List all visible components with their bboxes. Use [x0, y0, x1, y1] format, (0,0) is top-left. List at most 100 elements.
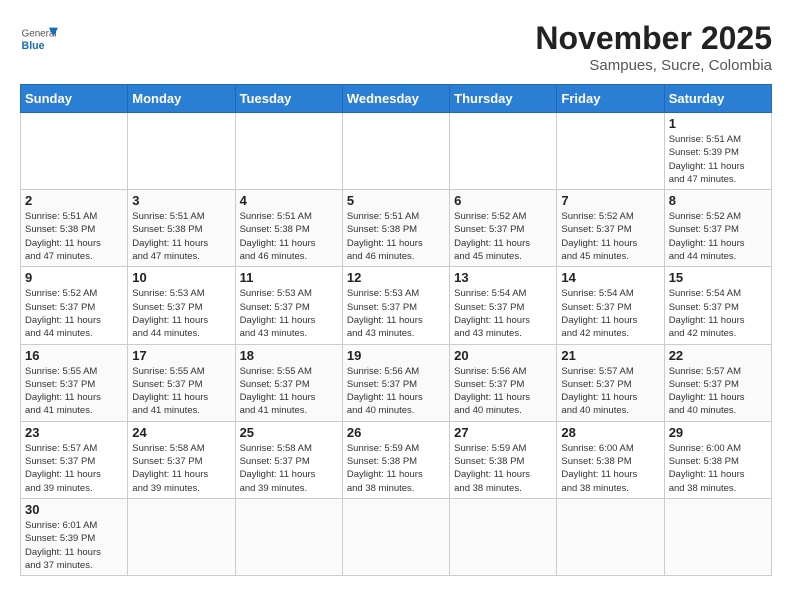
calendar-week-row: 16 Sunrise: 5:55 AM Sunset: 5:37 PM Dayli… [21, 344, 772, 421]
calendar-day-cell: 6 Sunrise: 5:52 AM Sunset: 5:37 PM Daylig… [450, 190, 557, 267]
day-number: 13 [454, 270, 552, 285]
calendar-day-cell [342, 113, 449, 190]
calendar-day-cell [664, 498, 771, 575]
day-number: 17 [132, 348, 230, 363]
weekday-header-thursday: Thursday [450, 85, 557, 113]
day-info: Sunrise: 5:52 AM Sunset: 5:37 PM Dayligh… [669, 210, 767, 263]
calendar-day-cell [128, 498, 235, 575]
calendar-day-cell: 29Sunrise: 6:00 AM Sunset: 5:38 PM Dayli… [664, 421, 771, 498]
day-info: Sunrise: 5:59 AM Sunset: 5:38 PM Dayligh… [347, 442, 445, 495]
calendar-day-cell: 2 Sunrise: 5:51 AM Sunset: 5:38 PM Daylig… [21, 190, 128, 267]
calendar-day-cell: 21 Sunrise: 5:57 AM Sunset: 5:37 PM Dayli… [557, 344, 664, 421]
calendar-day-cell [21, 113, 128, 190]
day-info: Sunrise: 5:57 AM Sunset: 5:37 PM Dayligh… [25, 442, 123, 495]
calendar-day-cell [128, 113, 235, 190]
day-number: 14 [561, 270, 659, 285]
calendar-day-cell: 28 Sunrise: 6:00 AM Sunset: 5:38 PM Dayli… [557, 421, 664, 498]
day-info: Sunrise: 5:58 AM Sunset: 5:37 PM Dayligh… [132, 442, 230, 495]
day-info: Sunrise: 5:59 AM Sunset: 5:38 PM Dayligh… [454, 442, 552, 495]
calendar-day-cell: 9 Sunrise: 5:52 AM Sunset: 5:37 PM Daylig… [21, 267, 128, 344]
logo: General Blue [20, 20, 58, 58]
day-info: Sunrise: 5:51 AM Sunset: 5:38 PM Dayligh… [25, 210, 123, 263]
day-info: Sunrise: 5:55 AM Sunset: 5:37 PM Dayligh… [240, 365, 338, 418]
calendar-day-cell: 8 Sunrise: 5:52 AM Sunset: 5:37 PM Daylig… [664, 190, 771, 267]
weekday-header-monday: Monday [128, 85, 235, 113]
calendar-day-cell: 5Sunrise: 5:51 AM Sunset: 5:38 PM Daylig… [342, 190, 449, 267]
svg-text:Blue: Blue [22, 40, 45, 52]
day-info: Sunrise: 5:53 AM Sunset: 5:37 PM Dayligh… [347, 287, 445, 340]
calendar-day-cell: 12 Sunrise: 5:53 AM Sunset: 5:37 PM Dayli… [342, 267, 449, 344]
day-info: Sunrise: 5:57 AM Sunset: 5:37 PM Dayligh… [561, 365, 659, 418]
calendar-day-cell: 25 Sunrise: 5:58 AM Sunset: 5:37 PM Dayli… [235, 421, 342, 498]
calendar-day-cell: 26Sunrise: 5:59 AM Sunset: 5:38 PM Dayli… [342, 421, 449, 498]
day-number: 16 [25, 348, 123, 363]
day-info: Sunrise: 6:00 AM Sunset: 5:38 PM Dayligh… [561, 442, 659, 495]
calendar-day-cell: 7 Sunrise: 5:52 AM Sunset: 5:37 PM Daylig… [557, 190, 664, 267]
day-info: Sunrise: 5:52 AM Sunset: 5:37 PM Dayligh… [454, 210, 552, 263]
day-number: 21 [561, 348, 659, 363]
page-header: General Blue November 2025 Sampues, Sucr… [20, 20, 772, 74]
day-number: 6 [454, 193, 552, 208]
weekday-header-sunday: Sunday [21, 85, 128, 113]
calendar-day-cell: 20Sunrise: 5:56 AM Sunset: 5:37 PM Dayli… [450, 344, 557, 421]
calendar-day-cell [557, 498, 664, 575]
day-number: 30 [25, 502, 123, 517]
calendar-day-cell: 19Sunrise: 5:56 AM Sunset: 5:37 PM Dayli… [342, 344, 449, 421]
day-number: 10 [132, 270, 230, 285]
weekday-header-friday: Friday [557, 85, 664, 113]
day-info: Sunrise: 6:00 AM Sunset: 5:38 PM Dayligh… [669, 442, 767, 495]
calendar-day-cell: 24 Sunrise: 5:58 AM Sunset: 5:37 PM Dayli… [128, 421, 235, 498]
calendar-day-cell: 23Sunrise: 5:57 AM Sunset: 5:37 PM Dayli… [21, 421, 128, 498]
calendar-week-row: 1 Sunrise: 5:51 AM Sunset: 5:39 PM Daylig… [21, 113, 772, 190]
calendar-week-row: 30Sunrise: 6:01 AM Sunset: 5:39 PM Dayli… [21, 498, 772, 575]
day-info: Sunrise: 5:51 AM Sunset: 5:39 PM Dayligh… [669, 133, 767, 186]
day-info: Sunrise: 5:58 AM Sunset: 5:37 PM Dayligh… [240, 442, 338, 495]
day-number: 12 [347, 270, 445, 285]
calendar-day-cell: 17 Sunrise: 5:55 AM Sunset: 5:37 PM Dayli… [128, 344, 235, 421]
location-subtitle: Sampues, Sucre, Colombia [535, 57, 772, 74]
calendar-week-row: 9 Sunrise: 5:52 AM Sunset: 5:37 PM Daylig… [21, 267, 772, 344]
day-info: Sunrise: 5:56 AM Sunset: 5:37 PM Dayligh… [454, 365, 552, 418]
day-number: 25 [240, 425, 338, 440]
day-info: Sunrise: 5:52 AM Sunset: 5:37 PM Dayligh… [561, 210, 659, 263]
calendar-day-cell: 18Sunrise: 5:55 AM Sunset: 5:37 PM Dayli… [235, 344, 342, 421]
weekday-header-saturday: Saturday [664, 85, 771, 113]
day-info: Sunrise: 5:51 AM Sunset: 5:38 PM Dayligh… [240, 210, 338, 263]
logo-icon: General Blue [20, 20, 58, 58]
day-number: 3 [132, 193, 230, 208]
day-info: Sunrise: 5:54 AM Sunset: 5:37 PM Dayligh… [561, 287, 659, 340]
day-number: 27 [454, 425, 552, 440]
calendar-day-cell: 16 Sunrise: 5:55 AM Sunset: 5:37 PM Dayli… [21, 344, 128, 421]
day-number: 5 [347, 193, 445, 208]
calendar-day-cell [342, 498, 449, 575]
day-number: 24 [132, 425, 230, 440]
day-number: 8 [669, 193, 767, 208]
calendar-day-cell: 14 Sunrise: 5:54 AM Sunset: 5:37 PM Dayli… [557, 267, 664, 344]
day-number: 28 [561, 425, 659, 440]
calendar-day-cell [450, 113, 557, 190]
calendar-day-cell: 3 Sunrise: 5:51 AM Sunset: 5:38 PM Daylig… [128, 190, 235, 267]
day-info: Sunrise: 5:51 AM Sunset: 5:38 PM Dayligh… [132, 210, 230, 263]
day-number: 2 [25, 193, 123, 208]
day-number: 15 [669, 270, 767, 285]
day-number: 4 [240, 193, 338, 208]
calendar-table: SundayMondayTuesdayWednesdayThursdayFrid… [20, 84, 772, 576]
calendar-day-cell [235, 113, 342, 190]
day-info: Sunrise: 5:52 AM Sunset: 5:37 PM Dayligh… [25, 287, 123, 340]
calendar-day-cell: 4 Sunrise: 5:51 AM Sunset: 5:38 PM Daylig… [235, 190, 342, 267]
day-info: Sunrise: 5:55 AM Sunset: 5:37 PM Dayligh… [132, 365, 230, 418]
day-number: 19 [347, 348, 445, 363]
calendar-day-cell: 13Sunrise: 5:54 AM Sunset: 5:37 PM Dayli… [450, 267, 557, 344]
calendar-day-cell: 11Sunrise: 5:53 AM Sunset: 5:37 PM Dayli… [235, 267, 342, 344]
calendar-day-cell: 10Sunrise: 5:53 AM Sunset: 5:37 PM Dayli… [128, 267, 235, 344]
day-number: 7 [561, 193, 659, 208]
weekday-header-row: SundayMondayTuesdayWednesdayThursdayFrid… [21, 85, 772, 113]
day-number: 11 [240, 270, 338, 285]
weekday-header-tuesday: Tuesday [235, 85, 342, 113]
day-info: Sunrise: 5:55 AM Sunset: 5:37 PM Dayligh… [25, 365, 123, 418]
day-number: 9 [25, 270, 123, 285]
day-number: 22 [669, 348, 767, 363]
day-number: 1 [669, 116, 767, 131]
calendar-day-cell: 27 Sunrise: 5:59 AM Sunset: 5:38 PM Dayli… [450, 421, 557, 498]
title-area: November 2025 Sampues, Sucre, Colombia [535, 20, 772, 74]
